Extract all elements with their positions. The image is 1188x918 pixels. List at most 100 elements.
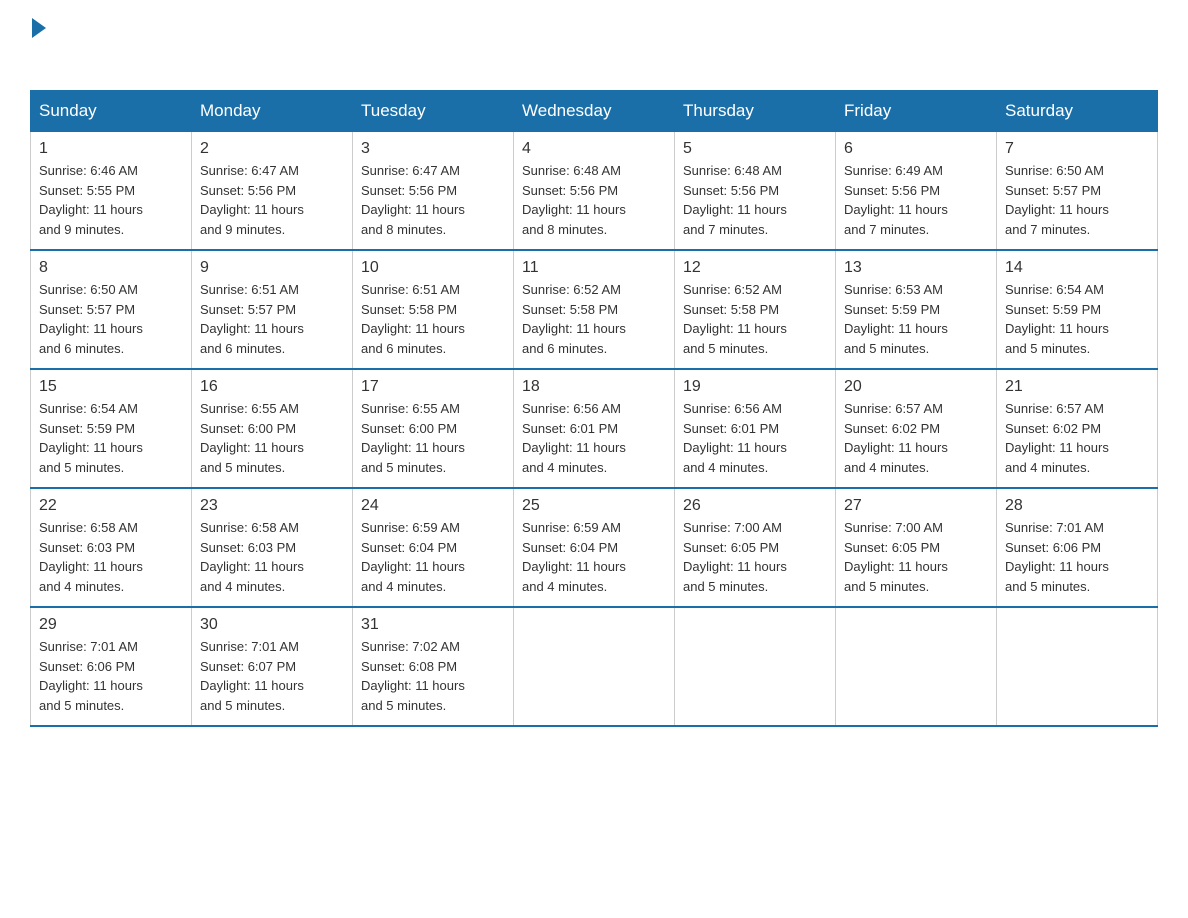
day-number: 18 xyxy=(522,378,666,396)
day-number: 30 xyxy=(200,616,344,634)
calendar-cell: 23 Sunrise: 6:58 AMSunset: 6:03 PMDayligh… xyxy=(192,488,353,607)
calendar-week-row: 1 Sunrise: 6:46 AMSunset: 5:55 PMDaylight… xyxy=(31,132,1158,251)
day-info: Sunrise: 6:59 AMSunset: 6:04 PMDaylight:… xyxy=(522,518,666,596)
day-number: 31 xyxy=(361,616,505,634)
day-info: Sunrise: 6:59 AMSunset: 6:04 PMDaylight:… xyxy=(361,518,505,596)
day-number: 10 xyxy=(361,259,505,277)
day-info: Sunrise: 6:57 AMSunset: 6:02 PMDaylight:… xyxy=(844,399,988,477)
day-info: Sunrise: 6:55 AMSunset: 6:00 PMDaylight:… xyxy=(200,399,344,477)
day-info: Sunrise: 6:56 AMSunset: 6:01 PMDaylight:… xyxy=(522,399,666,477)
day-number: 5 xyxy=(683,140,827,158)
day-info: Sunrise: 6:50 AMSunset: 5:57 PMDaylight:… xyxy=(39,280,183,358)
day-info: Sunrise: 7:02 AMSunset: 6:08 PMDaylight:… xyxy=(361,637,505,715)
day-info: Sunrise: 6:58 AMSunset: 6:03 PMDaylight:… xyxy=(200,518,344,596)
day-number: 22 xyxy=(39,497,183,515)
page-header xyxy=(30,20,1158,70)
calendar-cell: 29 Sunrise: 7:01 AMSunset: 6:06 PMDayligh… xyxy=(31,607,192,726)
day-info: Sunrise: 7:01 AMSunset: 6:06 PMDaylight:… xyxy=(39,637,183,715)
day-info: Sunrise: 6:47 AMSunset: 5:56 PMDaylight:… xyxy=(361,161,505,239)
calendar-cell: 21 Sunrise: 6:57 AMSunset: 6:02 PMDayligh… xyxy=(997,369,1158,488)
logo xyxy=(30,20,46,70)
calendar-week-row: 8 Sunrise: 6:50 AMSunset: 5:57 PMDaylight… xyxy=(31,250,1158,369)
calendar-cell: 12 Sunrise: 6:52 AMSunset: 5:58 PMDayligh… xyxy=(675,250,836,369)
day-info: Sunrise: 6:52 AMSunset: 5:58 PMDaylight:… xyxy=(522,280,666,358)
day-number: 3 xyxy=(361,140,505,158)
day-number: 19 xyxy=(683,378,827,396)
column-header-friday: Friday xyxy=(836,91,997,132)
day-number: 27 xyxy=(844,497,988,515)
calendar-cell: 5 Sunrise: 6:48 AMSunset: 5:56 PMDaylight… xyxy=(675,132,836,251)
calendar-table: SundayMondayTuesdayWednesdayThursdayFrid… xyxy=(30,90,1158,727)
calendar-cell: 2Sunrise: 6:47 AMSunset: 5:56 PMDaylight… xyxy=(192,132,353,251)
calendar-cell: 25Sunrise: 6:59 AMSunset: 6:04 PMDayligh… xyxy=(514,488,675,607)
day-number: 15 xyxy=(39,378,183,396)
calendar-cell xyxy=(514,607,675,726)
day-number: 17 xyxy=(361,378,505,396)
calendar-cell: 19Sunrise: 6:56 AMSunset: 6:01 PMDayligh… xyxy=(675,369,836,488)
calendar-cell: 20 Sunrise: 6:57 AMSunset: 6:02 PMDayligh… xyxy=(836,369,997,488)
day-info: Sunrise: 6:49 AMSunset: 5:56 PMDaylight:… xyxy=(844,161,988,239)
calendar-cell: 15 Sunrise: 6:54 AMSunset: 5:59 PMDayligh… xyxy=(31,369,192,488)
day-number: 13 xyxy=(844,259,988,277)
day-info: Sunrise: 6:48 AMSunset: 5:56 PMDaylight:… xyxy=(522,161,666,239)
day-number: 29 xyxy=(39,616,183,634)
calendar-cell: 27 Sunrise: 7:00 AMSunset: 6:05 PMDayligh… xyxy=(836,488,997,607)
day-number: 9 xyxy=(200,259,344,277)
day-info: Sunrise: 6:54 AMSunset: 5:59 PMDaylight:… xyxy=(1005,280,1149,358)
day-info: Sunrise: 6:55 AMSunset: 6:00 PMDaylight:… xyxy=(361,399,505,477)
calendar-cell xyxy=(997,607,1158,726)
day-info: Sunrise: 6:58 AMSunset: 6:03 PMDaylight:… xyxy=(39,518,183,596)
day-info: Sunrise: 6:52 AMSunset: 5:58 PMDaylight:… xyxy=(683,280,827,358)
calendar-cell: 9 Sunrise: 6:51 AMSunset: 5:57 PMDaylight… xyxy=(192,250,353,369)
calendar-cell: 31 Sunrise: 7:02 AMSunset: 6:08 PMDayligh… xyxy=(353,607,514,726)
day-number: 8 xyxy=(39,259,183,277)
day-number: 26 xyxy=(683,497,827,515)
day-info: Sunrise: 6:48 AMSunset: 5:56 PMDaylight:… xyxy=(683,161,827,239)
calendar-cell: 1 Sunrise: 6:46 AMSunset: 5:55 PMDaylight… xyxy=(31,132,192,251)
logo-blue-text xyxy=(30,38,32,69)
day-number: 2 xyxy=(200,140,344,158)
day-number: 7 xyxy=(1005,140,1149,158)
calendar-cell: 22 Sunrise: 6:58 AMSunset: 6:03 PMDayligh… xyxy=(31,488,192,607)
column-header-sunday: Sunday xyxy=(31,91,192,132)
day-number: 11 xyxy=(522,259,666,277)
day-number: 24 xyxy=(361,497,505,515)
calendar-cell: 17 Sunrise: 6:55 AMSunset: 6:00 PMDayligh… xyxy=(353,369,514,488)
calendar-week-row: 29 Sunrise: 7:01 AMSunset: 6:06 PMDayligh… xyxy=(31,607,1158,726)
day-number: 20 xyxy=(844,378,988,396)
day-info: Sunrise: 6:51 AMSunset: 5:58 PMDaylight:… xyxy=(361,280,505,358)
day-info: Sunrise: 7:00 AMSunset: 6:05 PMDaylight:… xyxy=(683,518,827,596)
calendar-header-row: SundayMondayTuesdayWednesdayThursdayFrid… xyxy=(31,91,1158,132)
calendar-cell: 24 Sunrise: 6:59 AMSunset: 6:04 PMDayligh… xyxy=(353,488,514,607)
day-info: Sunrise: 6:53 AMSunset: 5:59 PMDaylight:… xyxy=(844,280,988,358)
day-info: Sunrise: 6:51 AMSunset: 5:57 PMDaylight:… xyxy=(200,280,344,358)
day-info: Sunrise: 7:00 AMSunset: 6:05 PMDaylight:… xyxy=(844,518,988,596)
day-number: 21 xyxy=(1005,378,1149,396)
day-info: Sunrise: 6:50 AMSunset: 5:57 PMDaylight:… xyxy=(1005,161,1149,239)
day-number: 12 xyxy=(683,259,827,277)
calendar-cell: 26 Sunrise: 7:00 AMSunset: 6:05 PMDayligh… xyxy=(675,488,836,607)
column-header-saturday: Saturday xyxy=(997,91,1158,132)
calendar-week-row: 22 Sunrise: 6:58 AMSunset: 6:03 PMDayligh… xyxy=(31,488,1158,607)
day-info: Sunrise: 6:57 AMSunset: 6:02 PMDaylight:… xyxy=(1005,399,1149,477)
logo-arrow-icon xyxy=(32,18,46,38)
calendar-cell: 6 Sunrise: 6:49 AMSunset: 5:56 PMDaylight… xyxy=(836,132,997,251)
day-info: Sunrise: 6:54 AMSunset: 5:59 PMDaylight:… xyxy=(39,399,183,477)
day-number: 1 xyxy=(39,140,183,158)
calendar-cell: 28 Sunrise: 7:01 AMSunset: 6:06 PMDayligh… xyxy=(997,488,1158,607)
calendar-cell: 16Sunrise: 6:55 AMSunset: 6:00 PMDayligh… xyxy=(192,369,353,488)
calendar-cell: 18 Sunrise: 6:56 AMSunset: 6:01 PMDayligh… xyxy=(514,369,675,488)
day-number: 4 xyxy=(522,140,666,158)
day-number: 14 xyxy=(1005,259,1149,277)
column-header-monday: Monday xyxy=(192,91,353,132)
day-info: Sunrise: 6:46 AMSunset: 5:55 PMDaylight:… xyxy=(39,161,183,239)
calendar-cell: 14 Sunrise: 6:54 AMSunset: 5:59 PMDayligh… xyxy=(997,250,1158,369)
day-number: 6 xyxy=(844,140,988,158)
day-number: 23 xyxy=(200,497,344,515)
calendar-cell xyxy=(836,607,997,726)
column-header-wednesday: Wednesday xyxy=(514,91,675,132)
day-number: 28 xyxy=(1005,497,1149,515)
calendar-cell: 8 Sunrise: 6:50 AMSunset: 5:57 PMDaylight… xyxy=(31,250,192,369)
day-info: Sunrise: 7:01 AMSunset: 6:06 PMDaylight:… xyxy=(1005,518,1149,596)
column-header-tuesday: Tuesday xyxy=(353,91,514,132)
